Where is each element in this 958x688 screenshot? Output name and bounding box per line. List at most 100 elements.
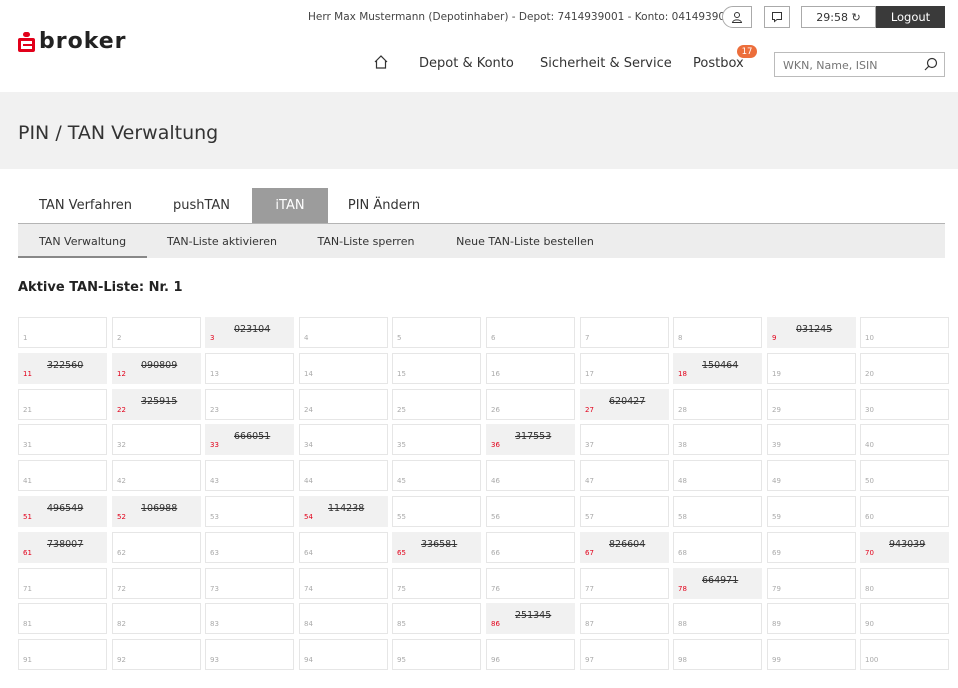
tan-index: 6: [491, 334, 496, 342]
tan-index: 36: [491, 441, 500, 449]
tan-index: 1: [23, 334, 28, 342]
tan-cell: 6: [486, 317, 575, 348]
tan-index: 66: [491, 549, 500, 557]
tan-index: 12: [117, 370, 126, 378]
tan-index: 75: [397, 585, 406, 593]
home-icon[interactable]: [373, 54, 389, 70]
tan-index: 77: [585, 585, 594, 593]
tan-index: 92: [117, 656, 126, 664]
tan-index: 24: [304, 406, 313, 414]
tan-index: 83: [210, 620, 219, 628]
tan-cell: 51 496549: [18, 496, 107, 527]
nav-sicherheit-service[interactable]: Sicherheit & Service: [540, 56, 672, 72]
tan-cell: 52 106988: [112, 496, 201, 527]
tan-index: 89: [772, 620, 781, 628]
tan-index: 61: [23, 549, 32, 557]
tan-cell: 26: [486, 389, 575, 420]
tan-index: 14: [304, 370, 313, 378]
tan-cell: 35: [392, 424, 481, 455]
tan-cell: 2: [112, 317, 201, 348]
used-tan-value: 114238: [328, 503, 365, 514]
tan-cell: 84: [299, 603, 388, 634]
tan-index: 93: [210, 656, 219, 664]
tan-cell: 76: [486, 568, 575, 599]
tan-index: 95: [397, 656, 406, 664]
brand-name: broker: [39, 29, 127, 54]
search-input[interactable]: [781, 56, 915, 75]
tan-index: 35: [397, 441, 406, 449]
tab-tan-verfahren[interactable]: TAN Verfahren: [18, 188, 153, 223]
tan-index: 27: [585, 406, 594, 414]
tan-index: 79: [772, 585, 781, 593]
used-tan-value: 317553: [515, 431, 552, 442]
tan-index: 26: [491, 406, 500, 414]
used-tan-value: 666051: [234, 431, 271, 442]
tan-cell: 90: [860, 603, 949, 634]
tan-cell: 30: [860, 389, 949, 420]
tan-index: 88: [678, 620, 687, 628]
tan-index: 98: [678, 656, 687, 664]
tan-index: 71: [23, 585, 32, 593]
nav-postbox[interactable]: Postbox: [693, 56, 744, 72]
subtab-tan-liste-sperren[interactable]: TAN-Liste sperren: [311, 224, 421, 258]
search-icon[interactable]: [924, 57, 938, 71]
tan-index: 34: [304, 441, 313, 449]
tab-pin-aendern[interactable]: PIN Ändern: [330, 188, 438, 223]
tan-cell: 69: [767, 532, 856, 563]
subtab-tan-verwaltung[interactable]: TAN Verwaltung: [18, 224, 147, 258]
tan-cell: 100: [860, 639, 949, 670]
used-tan-value: 150464: [702, 360, 739, 371]
header: broker Herr Max Mustermann (Depotinhaber…: [0, 0, 958, 92]
tan-index: 21: [23, 406, 32, 414]
tan-cell: 13: [205, 353, 294, 384]
tan-cell: 83: [205, 603, 294, 634]
tan-index: 58: [678, 513, 687, 521]
tan-cell: 22 325915: [112, 389, 201, 420]
tan-index: 53: [210, 513, 219, 521]
tan-cell: 72: [112, 568, 201, 599]
search-box: [774, 52, 945, 77]
tan-index: 15: [397, 370, 406, 378]
tan-cell: 74: [299, 568, 388, 599]
tan-index: 99: [772, 656, 781, 664]
tan-cell: 98: [673, 639, 762, 670]
profile-button[interactable]: [722, 6, 752, 28]
tan-cell: 89: [767, 603, 856, 634]
tan-index: 73: [210, 585, 219, 593]
tan-cell: 53: [205, 496, 294, 527]
tan-index: 46: [491, 477, 500, 485]
tan-index: 42: [117, 477, 126, 485]
nav-depot-konto[interactable]: Depot & Konto: [419, 56, 514, 72]
subtab-neue-tan-liste[interactable]: Neue TAN-Liste bestellen: [450, 224, 600, 258]
used-tan-value: 322560: [47, 360, 84, 371]
logo[interactable]: broker: [18, 29, 127, 54]
messages-button[interactable]: [764, 6, 790, 28]
tan-index: 91: [23, 656, 32, 664]
logout-button[interactable]: Logout: [876, 6, 945, 28]
tan-grid: 1 2 3 023104 4 5 6 7 8 9 031245 10 11 322560 12 090809 1…: [18, 317, 949, 670]
tan-index: 37: [585, 441, 594, 449]
used-tan-value: 031245: [796, 324, 833, 335]
tan-cell: 27 620427: [580, 389, 669, 420]
tan-index: 62: [117, 549, 126, 557]
tan-cell: 36 317553: [486, 424, 575, 455]
subtab-bar: TAN Verwaltung TAN-Liste aktivieren TAN-…: [18, 224, 945, 258]
tab-itan[interactable]: iTAN: [252, 188, 328, 223]
tan-index: 4: [304, 334, 309, 342]
tan-cell: 46: [486, 460, 575, 491]
tan-index: 55: [397, 513, 406, 521]
used-tan-value: 826604: [609, 539, 646, 550]
subtab-tan-liste-aktivieren[interactable]: TAN-Liste aktivieren: [158, 224, 286, 258]
tan-index: 56: [491, 513, 500, 521]
tab-pushtan[interactable]: pushTAN: [153, 188, 250, 223]
session-timer-button[interactable]: 29:58 ↻: [801, 6, 876, 28]
tan-cell: 61 738007: [18, 532, 107, 563]
tan-index: 41: [23, 477, 32, 485]
tan-cell: 4: [299, 317, 388, 348]
tan-cell: 68: [673, 532, 762, 563]
tan-index: 84: [304, 620, 313, 628]
tan-index: 48: [678, 477, 687, 485]
tan-index: 9: [772, 334, 777, 342]
tan-index: 47: [585, 477, 594, 485]
tan-cell: 28: [673, 389, 762, 420]
